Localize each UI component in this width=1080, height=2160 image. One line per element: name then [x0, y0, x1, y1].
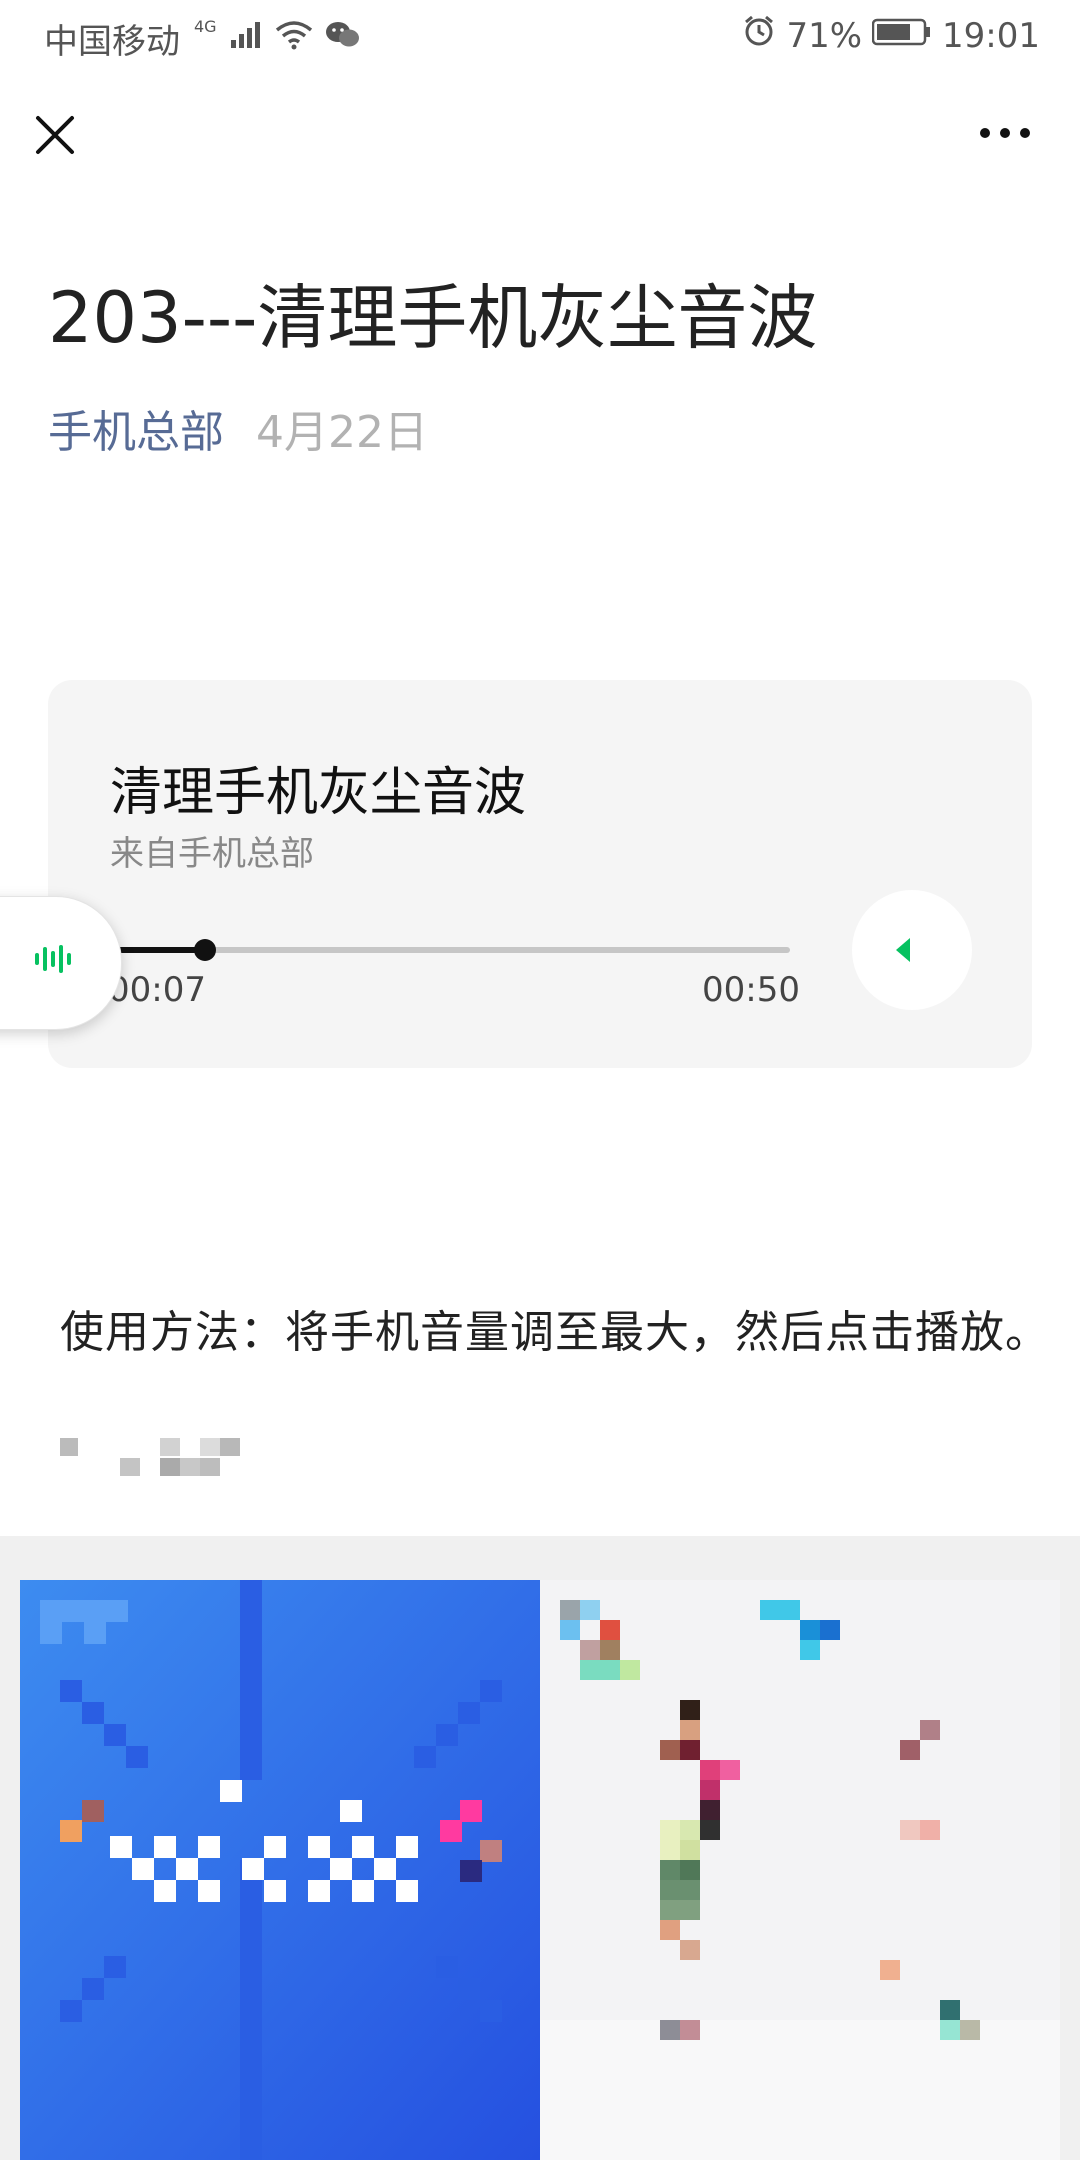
- audio-progress-bar[interactable]: [110, 939, 790, 961]
- battery-icon: [871, 16, 932, 56]
- audio-player-card[interactable]: 清理手机灰尘音波 来自手机总部 00:07 00:50: [48, 680, 1032, 1068]
- publish-date: 4月22日: [256, 407, 428, 458]
- signal-icon: [229, 19, 263, 59]
- more-icon: [980, 128, 1030, 138]
- close-icon: [36, 116, 74, 154]
- audio-progress-thumb[interactable]: [194, 939, 217, 961]
- battery-percent: 71%: [786, 15, 863, 56]
- article-image-right[interactable]: [540, 1580, 1060, 2160]
- author-link[interactable]: 手机总部: [48, 396, 224, 460]
- usage-instructions: 使用方法：将手机音量调至最大，然后点击播放。: [60, 1307, 1050, 1358]
- article-image-left[interactable]: [20, 1580, 540, 2160]
- audio-source: 来自手机总部: [110, 834, 314, 874]
- alarm-icon: [742, 14, 776, 57]
- audio-progress-fill: [110, 947, 206, 953]
- status-bar: 中国移动 4G 71% 19:01: [0, 0, 1080, 76]
- play-button[interactable]: [852, 890, 972, 1010]
- article-meta: 手机总部 4月22日: [48, 396, 428, 460]
- pixelated-image: [540, 1580, 1060, 2160]
- pixelated-image: [20, 1580, 540, 2160]
- audio-title: 清理手机灰尘音波: [110, 763, 527, 823]
- network-type: 4G: [194, 17, 217, 36]
- audio-current-time: 00:07: [108, 970, 206, 1010]
- status-right: 71% 19:01: [742, 14, 1040, 57]
- clock-time: 19:01: [942, 15, 1040, 56]
- status-left: 中国移动 4G: [44, 14, 361, 63]
- audio-duration: 00:50: [702, 970, 800, 1010]
- more-button[interactable]: [975, 118, 1035, 148]
- article-title: 203---清理手机灰尘音波: [48, 277, 818, 359]
- blurred-text: [60, 1438, 240, 1476]
- play-icon: [896, 938, 910, 962]
- wifi-icon: [275, 19, 313, 59]
- carrier-name: 中国移动: [44, 22, 180, 62]
- close-button[interactable]: [30, 110, 80, 160]
- audio-wave-icon: [35, 945, 71, 973]
- wechat-icon: [325, 19, 361, 59]
